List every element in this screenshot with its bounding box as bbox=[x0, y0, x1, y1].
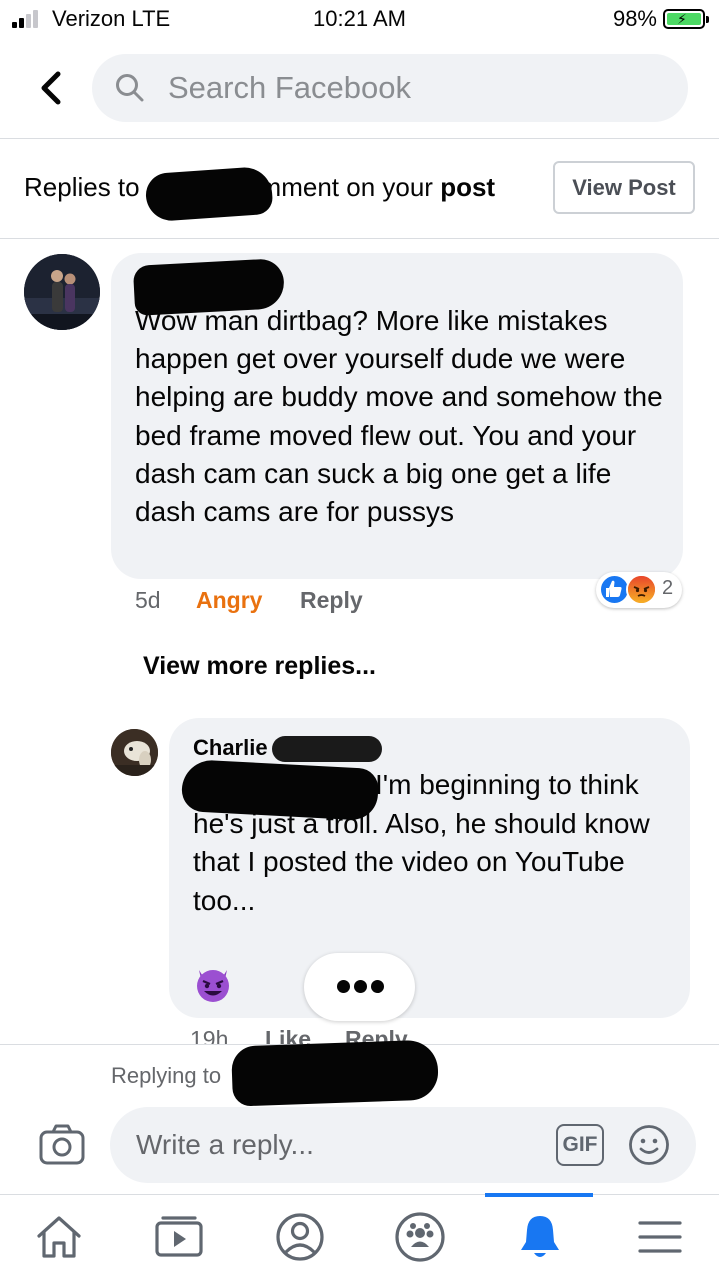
reply-box[interactable]: GIF bbox=[110, 1107, 696, 1183]
nav-notifications[interactable] bbox=[512, 1209, 568, 1265]
redaction-mark bbox=[144, 165, 274, 223]
home-icon bbox=[37, 1216, 81, 1258]
gif-button[interactable]: GIF bbox=[556, 1124, 604, 1166]
reply-author-name[interactable]: Charlie bbox=[193, 735, 268, 761]
smiling-devil-emoji bbox=[193, 964, 233, 1004]
redaction-mark bbox=[180, 758, 380, 822]
typing-indicator bbox=[304, 953, 415, 1021]
reply-input[interactable] bbox=[136, 1107, 536, 1183]
comment-text: Wow man dirtbag? More like mistakes happ… bbox=[135, 305, 663, 528]
search-bar[interactable] bbox=[92, 54, 688, 122]
status-time: 10:21 AM bbox=[313, 6, 406, 31]
battery-icon: ⚡ bbox=[663, 9, 709, 29]
angry-icon bbox=[626, 574, 657, 605]
menu-icon bbox=[638, 1221, 682, 1253]
search-icon bbox=[116, 74, 144, 102]
battery-percent: 98% bbox=[612, 6, 657, 31]
camera-icon bbox=[39, 1124, 85, 1165]
notifications-icon bbox=[521, 1216, 559, 1257]
replies-title-prefix: Replies to bbox=[24, 172, 140, 202]
emoji-button[interactable] bbox=[628, 1124, 670, 1166]
view-post-button[interactable]: View Post bbox=[553, 161, 695, 214]
section-divider bbox=[0, 238, 719, 239]
nav-menu[interactable] bbox=[632, 1209, 688, 1265]
replies-title-post: post bbox=[440, 172, 496, 202]
smiley-icon bbox=[629, 1125, 669, 1165]
replying-to-label: Replying to bbox=[111, 1063, 222, 1088]
nav-groups[interactable] bbox=[392, 1209, 448, 1265]
watch-icon bbox=[155, 1216, 203, 1257]
comment-reaction-label[interactable]: Angry bbox=[196, 587, 262, 614]
bottom-navigation bbox=[0, 1193, 719, 1279]
reaction-count: 2 bbox=[662, 577, 674, 599]
header-divider bbox=[0, 138, 719, 139]
nav-home[interactable] bbox=[31, 1209, 87, 1265]
status-bar: Verizon LTE 10:21 AM 98% ⚡ bbox=[0, 0, 719, 38]
profile-icon bbox=[276, 1213, 324, 1261]
reply-author-avatar[interactable] bbox=[111, 729, 158, 776]
view-more-replies-link[interactable]: View more replies... bbox=[143, 652, 376, 681]
redaction-mark bbox=[272, 736, 382, 762]
back-button[interactable] bbox=[36, 68, 68, 108]
comment-reply-button[interactable]: Reply bbox=[300, 587, 363, 614]
nav-watch[interactable] bbox=[151, 1209, 207, 1265]
search-input[interactable] bbox=[168, 54, 668, 122]
active-tab-indicator bbox=[485, 1193, 593, 1197]
groups-icon bbox=[395, 1212, 445, 1262]
commenter-avatar[interactable] bbox=[24, 254, 100, 330]
comment-time: 5d bbox=[135, 587, 161, 613]
reply-composer: Replying to GIF bbox=[0, 1039, 719, 1194]
chevron-left-icon bbox=[41, 71, 61, 105]
redaction-mark bbox=[231, 1039, 439, 1107]
reaction-summary[interactable]: 2 bbox=[596, 572, 682, 608]
camera-button[interactable] bbox=[38, 1123, 86, 1167]
nav-profile[interactable] bbox=[272, 1209, 328, 1265]
